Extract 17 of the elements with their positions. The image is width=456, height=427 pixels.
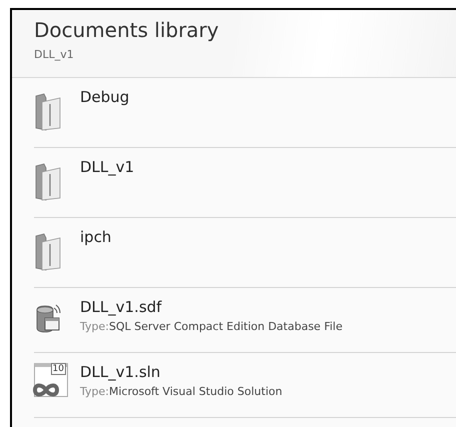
- file-item[interactable]: Debug: [34, 78, 456, 148]
- file-item[interactable]: DLL_v1: [34, 148, 456, 218]
- file-type: SQL Server Compact Edition Database File: [108, 320, 342, 333]
- file-item[interactable]: ipch: [34, 218, 456, 288]
- file-name: Debug: [80, 88, 130, 106]
- solution-icon: 10: [34, 363, 68, 397]
- library-title: Documents library: [34, 18, 220, 42]
- type-label: Type:: [80, 320, 109, 333]
- folder-path: DLL_v1: [34, 48, 75, 61]
- file-type: Microsoft Visual Studio Solution: [108, 385, 282, 398]
- file-name: ipch: [80, 228, 112, 246]
- file-item[interactable]: DLL_v1.sdf Type:SQL Server Compact Edition Database File: [34, 288, 456, 353]
- file-item[interactable]: 10 DLL_v1.sln Type:Microsoft Visual Studio Solution: [34, 353, 456, 418]
- type-label: Type:: [80, 385, 109, 398]
- file-name: DLL_v1.sdf: [80, 298, 163, 316]
- file-name: DLL_v1.sln: [80, 363, 162, 381]
- file-name: DLL_v1: [80, 158, 134, 176]
